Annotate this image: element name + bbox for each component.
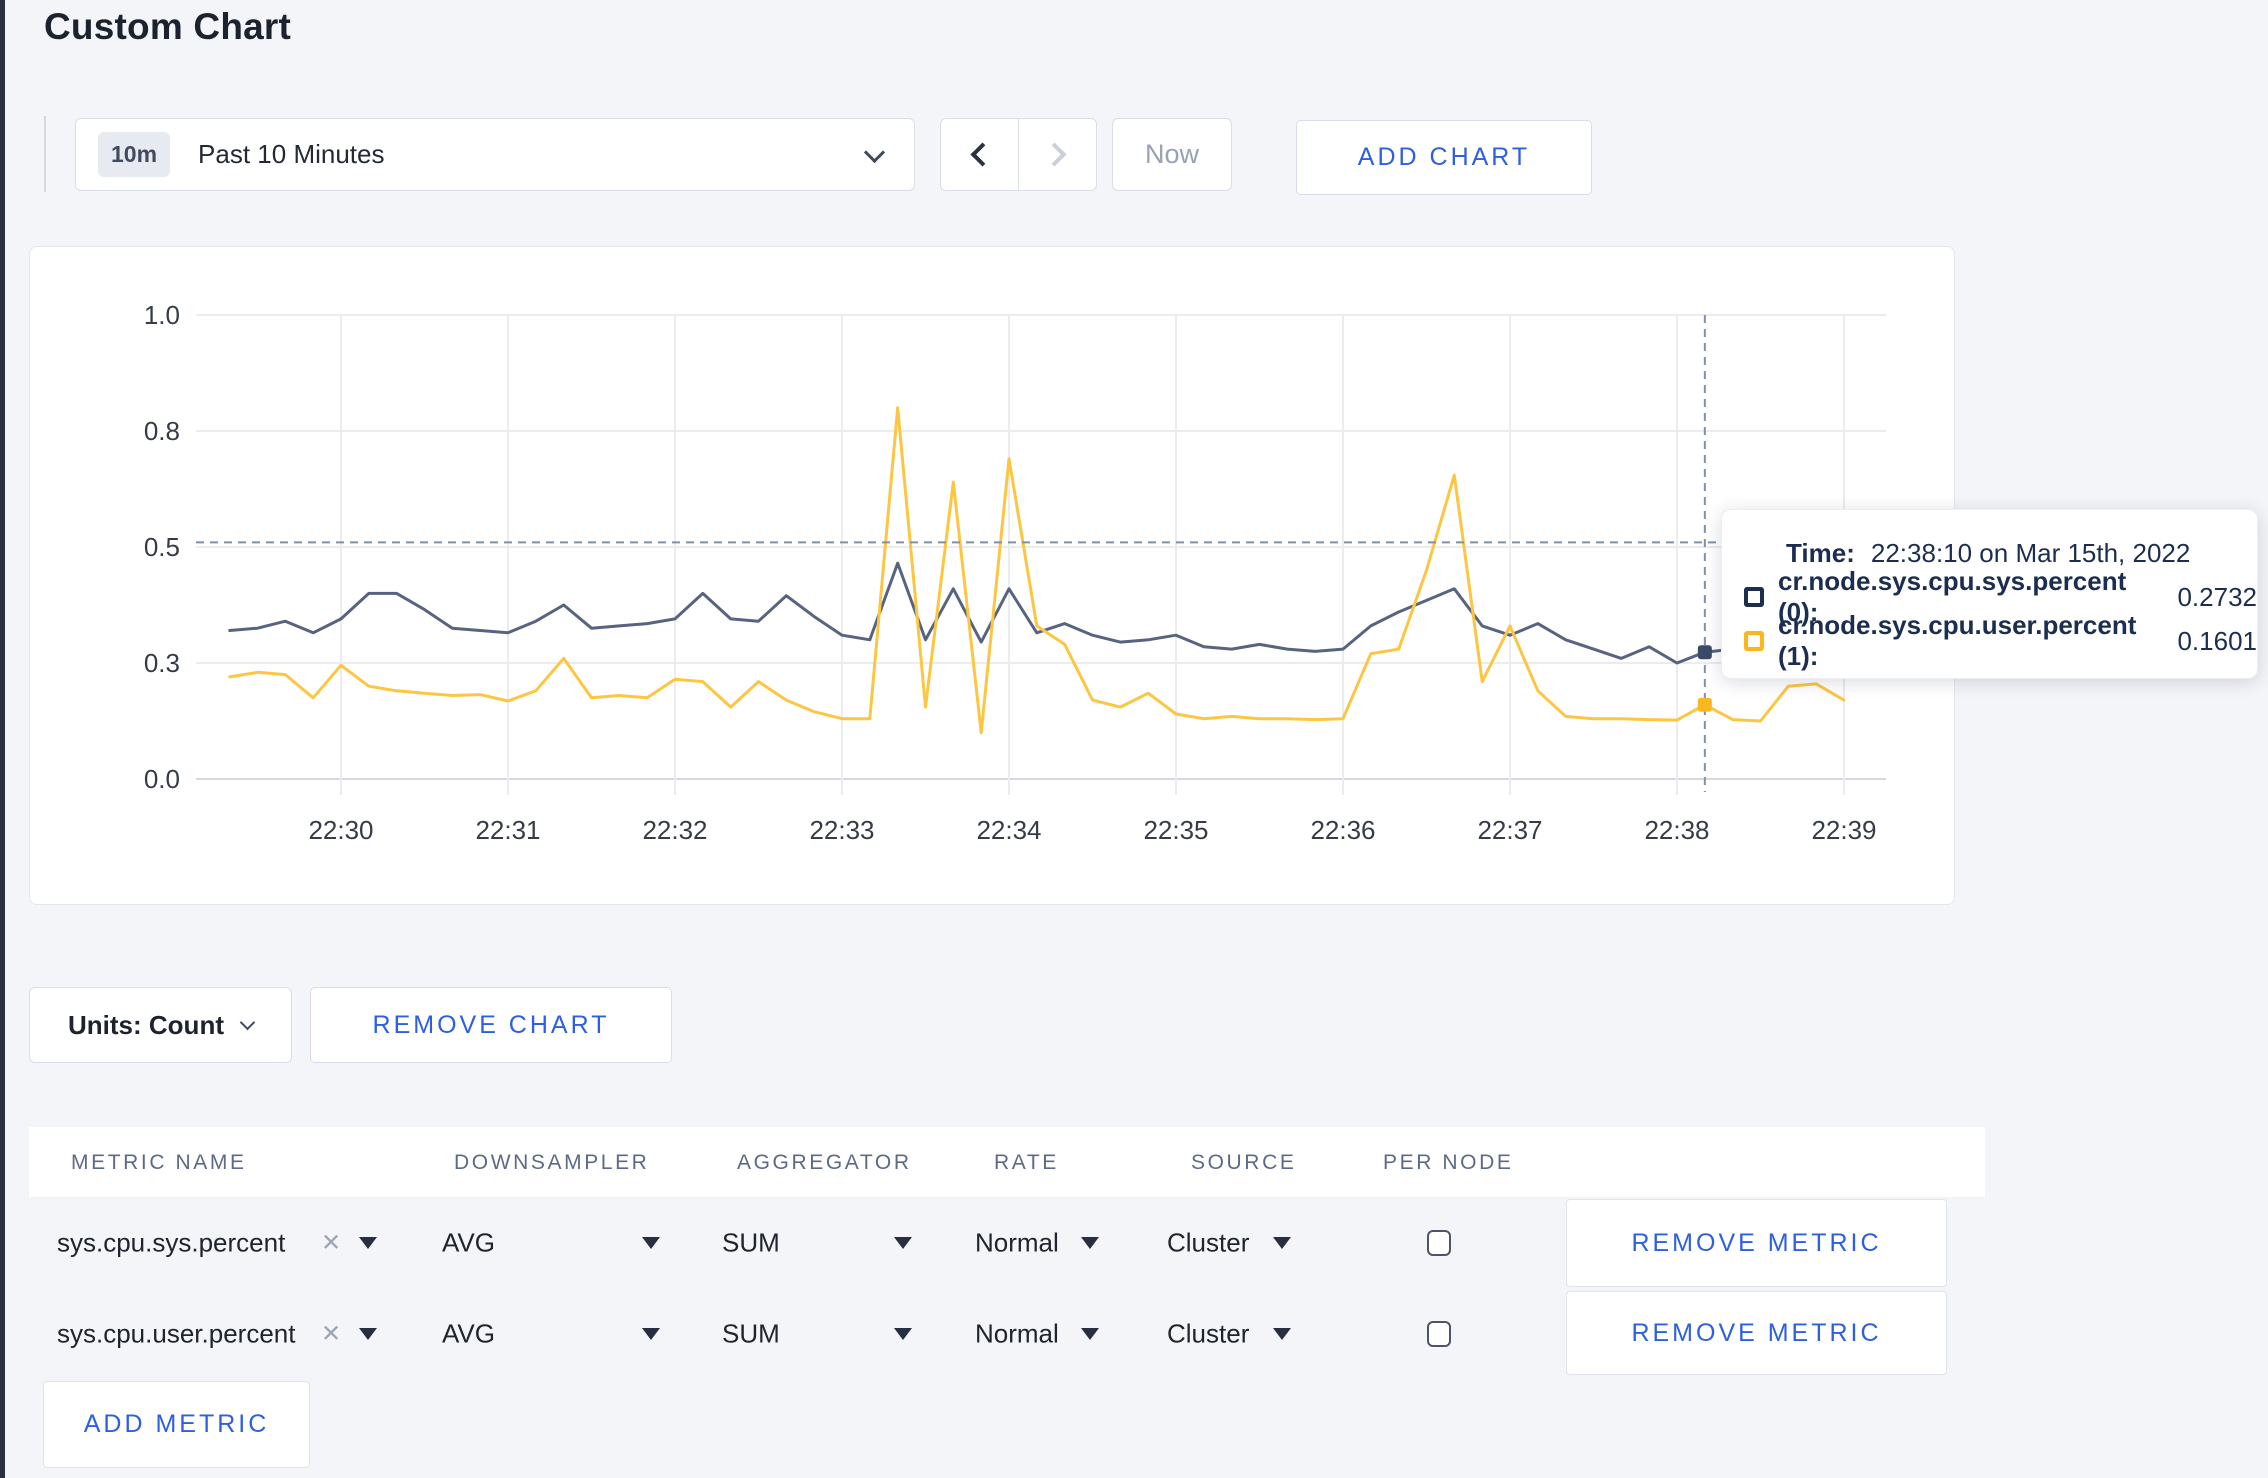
remove-chart-button[interactable]: REMOVE CHART [310,987,672,1063]
svg-text:22:34: 22:34 [976,815,1041,845]
tooltip-time-value: 22:38:10 on Mar 15th, 2022 [1870,537,2191,568]
close-icon[interactable]: ✕ [321,1229,341,1258]
add-metric-button[interactable]: ADD METRIC [43,1381,310,1468]
col-header-metric-name: METRIC NAME [71,1151,247,1174]
tooltip-series-name: cr.node.sys.cpu.user.percent (1): [1778,610,2137,671]
source-caret-icon[interactable] [1273,1328,1291,1340]
svg-text:0.0: 0.0 [144,764,180,794]
metric-dropdown-caret-icon[interactable] [359,1328,377,1340]
svg-text:22:30: 22:30 [308,815,373,845]
table-row: sys.cpu.user.percent ✕ AVG SUM Normal Cl… [29,1289,1985,1379]
col-header-aggregator: AGGREGATOR [737,1151,912,1174]
chart-tooltip: Time: 22:38:10 on Mar 15th, 2022 cr.node… [1721,509,2258,679]
chevron-right-icon [1042,142,1067,167]
remove-metric-button[interactable]: REMOVE METRIC [1566,1199,1947,1287]
svg-text:22:36: 22:36 [1310,815,1375,845]
rate-select[interactable]: Normal [975,1319,1059,1350]
time-forward-button[interactable] [1018,119,1096,190]
downsampler-caret-icon[interactable] [642,1328,660,1340]
table-row: sys.cpu.sys.percent ✕ AVG SUM Normal Clu… [29,1197,1985,1289]
custom-chart-page: Custom Chart 10m Past 10 Minutes Now ADD… [0,0,2268,1478]
svg-text:22:35: 22:35 [1143,815,1208,845]
svg-text:22:32: 22:32 [642,815,707,845]
source-select[interactable]: Cluster [1167,1228,1249,1259]
tooltip-series-value: 0.2732 [2177,581,2257,612]
col-header-per-node: PER NODE [1383,1151,1514,1174]
metric-name-value[interactable]: sys.cpu.user.percent [57,1319,295,1350]
svg-text:22:38: 22:38 [1644,815,1709,845]
time-back-button[interactable] [941,119,1018,190]
aggregator-caret-icon[interactable] [894,1237,912,1249]
units-label: Units: Count [68,1009,224,1040]
time-nav-group [940,118,1097,191]
toolbar-separator [44,116,46,192]
metrics-table-header: METRIC NAME DOWNSAMPLER AGGREGATOR RATE … [29,1127,1985,1197]
close-icon[interactable]: ✕ [321,1320,341,1349]
page-title: Custom Chart [44,6,292,47]
aggregator-caret-icon[interactable] [894,1328,912,1340]
sys-series-swatch-icon [1744,587,1764,607]
now-button[interactable]: Now [1112,118,1232,191]
svg-text:22:33: 22:33 [809,815,874,845]
aggregator-select[interactable]: SUM [722,1319,780,1350]
downsampler-select[interactable]: AVG [442,1228,495,1259]
add-chart-button[interactable]: ADD CHART [1296,120,1592,195]
rate-select[interactable]: Normal [975,1228,1059,1259]
chevron-down-icon [863,141,886,164]
chevron-down-icon [239,1014,256,1030]
svg-text:0.8: 0.8 [144,416,180,446]
rate-caret-icon[interactable] [1081,1237,1099,1249]
tooltip-series-value: 0.1601 [2177,625,2257,656]
metrics-chart[interactable]: 1.0 0.8 0.5 0.3 0.0 22:30 22:31 22:32 22:33 22:34… [30,247,1956,906]
time-range-dropdown[interactable]: 10m Past 10 Minutes [75,118,915,191]
chart-card: 1.0 0.8 0.5 0.3 0.0 22:30 22:31 22:32 22:33 22:34… [29,246,1955,905]
col-header-rate: RATE [994,1151,1059,1174]
svg-text:0.3: 0.3 [144,648,180,678]
svg-text:1.0: 1.0 [144,300,180,330]
svg-text:22:39: 22:39 [1811,815,1876,845]
time-range-label: Past 10 Minutes [198,139,385,169]
units-dropdown[interactable]: Units: Count [29,987,292,1063]
col-header-source: SOURCE [1191,1151,1297,1174]
sidebar-edge [0,0,5,1478]
svg-text:0.5: 0.5 [144,532,180,562]
time-range-badge: 10m [98,132,171,177]
aggregator-select[interactable]: SUM [722,1228,780,1259]
col-header-downsampler: DOWNSAMPLER [454,1151,650,1174]
svg-text:22:31: 22:31 [475,815,540,845]
user-series-swatch-icon [1744,631,1764,651]
per-node-checkbox[interactable] [1427,1321,1451,1347]
source-caret-icon[interactable] [1273,1237,1291,1249]
tooltip-time-label: Time: [1786,537,1855,568]
metric-name-value[interactable]: sys.cpu.sys.percent [57,1228,285,1259]
chevron-left-icon [970,142,995,167]
source-select[interactable]: Cluster [1167,1319,1249,1350]
downsampler-caret-icon[interactable] [642,1237,660,1249]
svg-text:22:37: 22:37 [1477,815,1542,845]
metric-dropdown-caret-icon[interactable] [359,1237,377,1249]
remove-metric-button[interactable]: REMOVE METRIC [1566,1291,1947,1375]
downsampler-select[interactable]: AVG [442,1319,495,1350]
rate-caret-icon[interactable] [1081,1328,1099,1340]
per-node-checkbox[interactable] [1427,1230,1451,1256]
